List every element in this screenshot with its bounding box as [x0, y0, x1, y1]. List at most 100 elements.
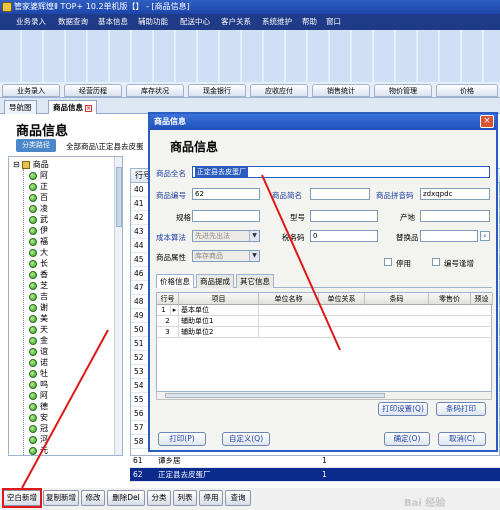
table-row[interactable]: 1 ▸ 基本单位	[157, 305, 493, 316]
disabled-checkbox[interactable]	[384, 258, 392, 266]
tree-item[interactable]: 呜	[29, 379, 48, 390]
table-row[interactable]: 3 辅助单位2	[157, 327, 493, 338]
menu-item-distribution[interactable]: 配送中心	[180, 14, 210, 30]
tree-root[interactable]: ⊟ 商品	[13, 159, 49, 170]
menu-item-window[interactable]: 窗口	[326, 14, 341, 30]
tree-item[interactable]: 诺	[29, 357, 48, 368]
tree-scroll-thumb[interactable]	[116, 167, 122, 227]
tree-item[interactable]: 武	[29, 214, 48, 225]
module-tab-pricing[interactable]: 物价管理	[374, 84, 432, 97]
tree-item[interactable]: 吉	[29, 291, 48, 302]
ok-button[interactable]: 确定(O)	[384, 432, 430, 446]
print-settings-button[interactable]: 打印设置(Q)	[378, 402, 428, 416]
page-tab-nav[interactable]: 导航图	[4, 100, 37, 114]
query-button[interactable]: 查询	[225, 490, 251, 506]
list-button[interactable]: 列表	[173, 490, 197, 506]
dialog-heading: 商品信息	[170, 140, 219, 154]
tree-item[interactable]: 凌	[29, 203, 48, 214]
tree-item[interactable]: 冠	[29, 423, 48, 434]
module-tab-entry[interactable]: 业务录入	[2, 84, 60, 97]
price-table-scroll-thumb[interactable]	[165, 393, 385, 398]
auto-number-checkbox[interactable]	[432, 258, 440, 266]
tree-item[interactable]: 伊	[29, 225, 48, 236]
tree-item[interactable]: 谊	[29, 346, 48, 357]
col-header: 单位名称	[259, 293, 319, 305]
tree-item[interactable]: 安	[29, 412, 48, 423]
search-icon[interactable]: ⌕	[480, 231, 490, 241]
tree-item[interactable]: 天	[29, 324, 48, 335]
module-tab-sales[interactable]: 销售统计	[312, 84, 370, 97]
tree-item[interactable]: 福	[29, 236, 48, 247]
tax-code-input[interactable]: 0	[310, 230, 378, 242]
module-tab-stock[interactable]: 库存状况	[126, 84, 184, 97]
menu-item-entry[interactable]: 业务录入	[16, 14, 46, 30]
price-table[interactable]: 行号 项目 单位名称 单位关系 条码 零售价 预设 1 ▸ 基本单位 2 辅助单…	[156, 292, 493, 392]
model-input[interactable]	[310, 210, 378, 222]
print-button[interactable]: 打印(P)	[158, 432, 206, 446]
origin-input[interactable]	[420, 210, 490, 222]
tree-item[interactable]: 元	[29, 445, 48, 455]
tree-item[interactable]: 阿	[29, 170, 48, 181]
tree-item[interactable]: 大	[29, 247, 48, 258]
table-row[interactable]: 2 辅助单位1	[157, 316, 493, 327]
spec-input[interactable]	[192, 210, 260, 222]
disable-button[interactable]: 停用	[199, 490, 223, 506]
tree-scrollbar[interactable]	[114, 157, 122, 455]
close-icon[interactable]: ×	[85, 104, 92, 112]
disabled-label: 停用	[396, 259, 411, 268]
module-tab-receivable[interactable]: 应收应付	[250, 84, 308, 97]
barcode-print-button[interactable]: 条码打印	[436, 402, 486, 416]
tree-item[interactable]: 金	[29, 335, 48, 346]
tab-commission[interactable]: 商品提成	[196, 274, 234, 288]
cancel-button[interactable]: 取消(C)	[438, 432, 486, 446]
folder-icon	[29, 358, 37, 367]
attribute-select[interactable]: 库存商品 ▼	[192, 250, 260, 262]
tab-other-info[interactable]: 其它信息	[236, 274, 274, 288]
copy-new-button[interactable]: 复制新增	[43, 490, 79, 506]
delete-button[interactable]: 删除Del	[107, 490, 145, 506]
customize-button[interactable]: 自定义(Q)	[222, 432, 270, 446]
tree-item[interactable]: 芝	[29, 280, 48, 291]
tree-item[interactable]: 德	[29, 401, 48, 412]
cost-method-value: 先进先出法	[195, 232, 230, 240]
menu-item-customers[interactable]: 客户关系	[221, 14, 251, 30]
category-tree[interactable]: ⊟ 商品 阿 正 百 凌 武 伊 福 大 长 香 芝 吉 谢 美 天 金 谊 诺…	[8, 156, 123, 456]
tab-price-info[interactable]: 价格信息	[156, 274, 194, 288]
menu-item-help[interactable]: 帮助	[302, 14, 317, 30]
category-button[interactable]: 分类	[147, 490, 171, 506]
menu-item-system[interactable]: 系统维护	[262, 14, 292, 30]
tree-item[interactable]: 长	[29, 258, 48, 269]
tree-item[interactable]: 百	[29, 192, 48, 203]
table-row-selected[interactable]: 62 正定县去皮蛋厂 1	[130, 468, 500, 482]
edit-button[interactable]: 修改	[81, 490, 105, 506]
short-name-input[interactable]	[310, 188, 370, 200]
close-icon[interactable]: ×	[480, 115, 494, 128]
code-input[interactable]: 62	[192, 188, 260, 200]
tree-item[interactable]: 阿	[29, 390, 48, 401]
tree-item[interactable]: 美	[29, 313, 48, 324]
row-pointer-icon: ▸	[171, 305, 179, 316]
folder-icon	[29, 237, 37, 246]
cost-method-select[interactable]: 先进先出法 ▼	[192, 230, 260, 242]
category-path-button[interactable]: 分类路径	[16, 139, 56, 152]
full-name-input[interactable]: 正定县去皮蛋厂	[192, 166, 490, 178]
tree-item[interactable]: 河	[29, 434, 48, 445]
tree-item[interactable]: 谢	[29, 302, 48, 313]
page-tab-goods[interactable]: 商品信息 ×	[48, 100, 97, 114]
annotation-highlight-box	[2, 488, 42, 508]
module-tab-cash[interactable]: 现金银行	[188, 84, 246, 97]
menu-item-basic-info[interactable]: 基本信息	[98, 14, 128, 30]
menu-item-query[interactable]: 数据查询	[58, 14, 88, 30]
folder-icon	[29, 347, 37, 356]
menu-item-tools[interactable]: 辅助功能	[138, 14, 168, 30]
pinyin-input[interactable]: zdxqpdc	[420, 188, 490, 200]
tree-item[interactable]: 香	[29, 269, 48, 280]
substitute-input[interactable]	[420, 230, 478, 242]
table-row[interactable]: 61 谭乡居 1	[130, 454, 500, 468]
tree-item[interactable]: 牡	[29, 368, 48, 379]
module-tab-history[interactable]: 经营历程	[64, 84, 122, 97]
page-title: 商品信息	[16, 124, 69, 139]
price-table-scrollbar[interactable]	[156, 392, 492, 400]
tree-item[interactable]: 正	[29, 181, 48, 192]
module-tab-price[interactable]: 价格	[436, 84, 498, 97]
